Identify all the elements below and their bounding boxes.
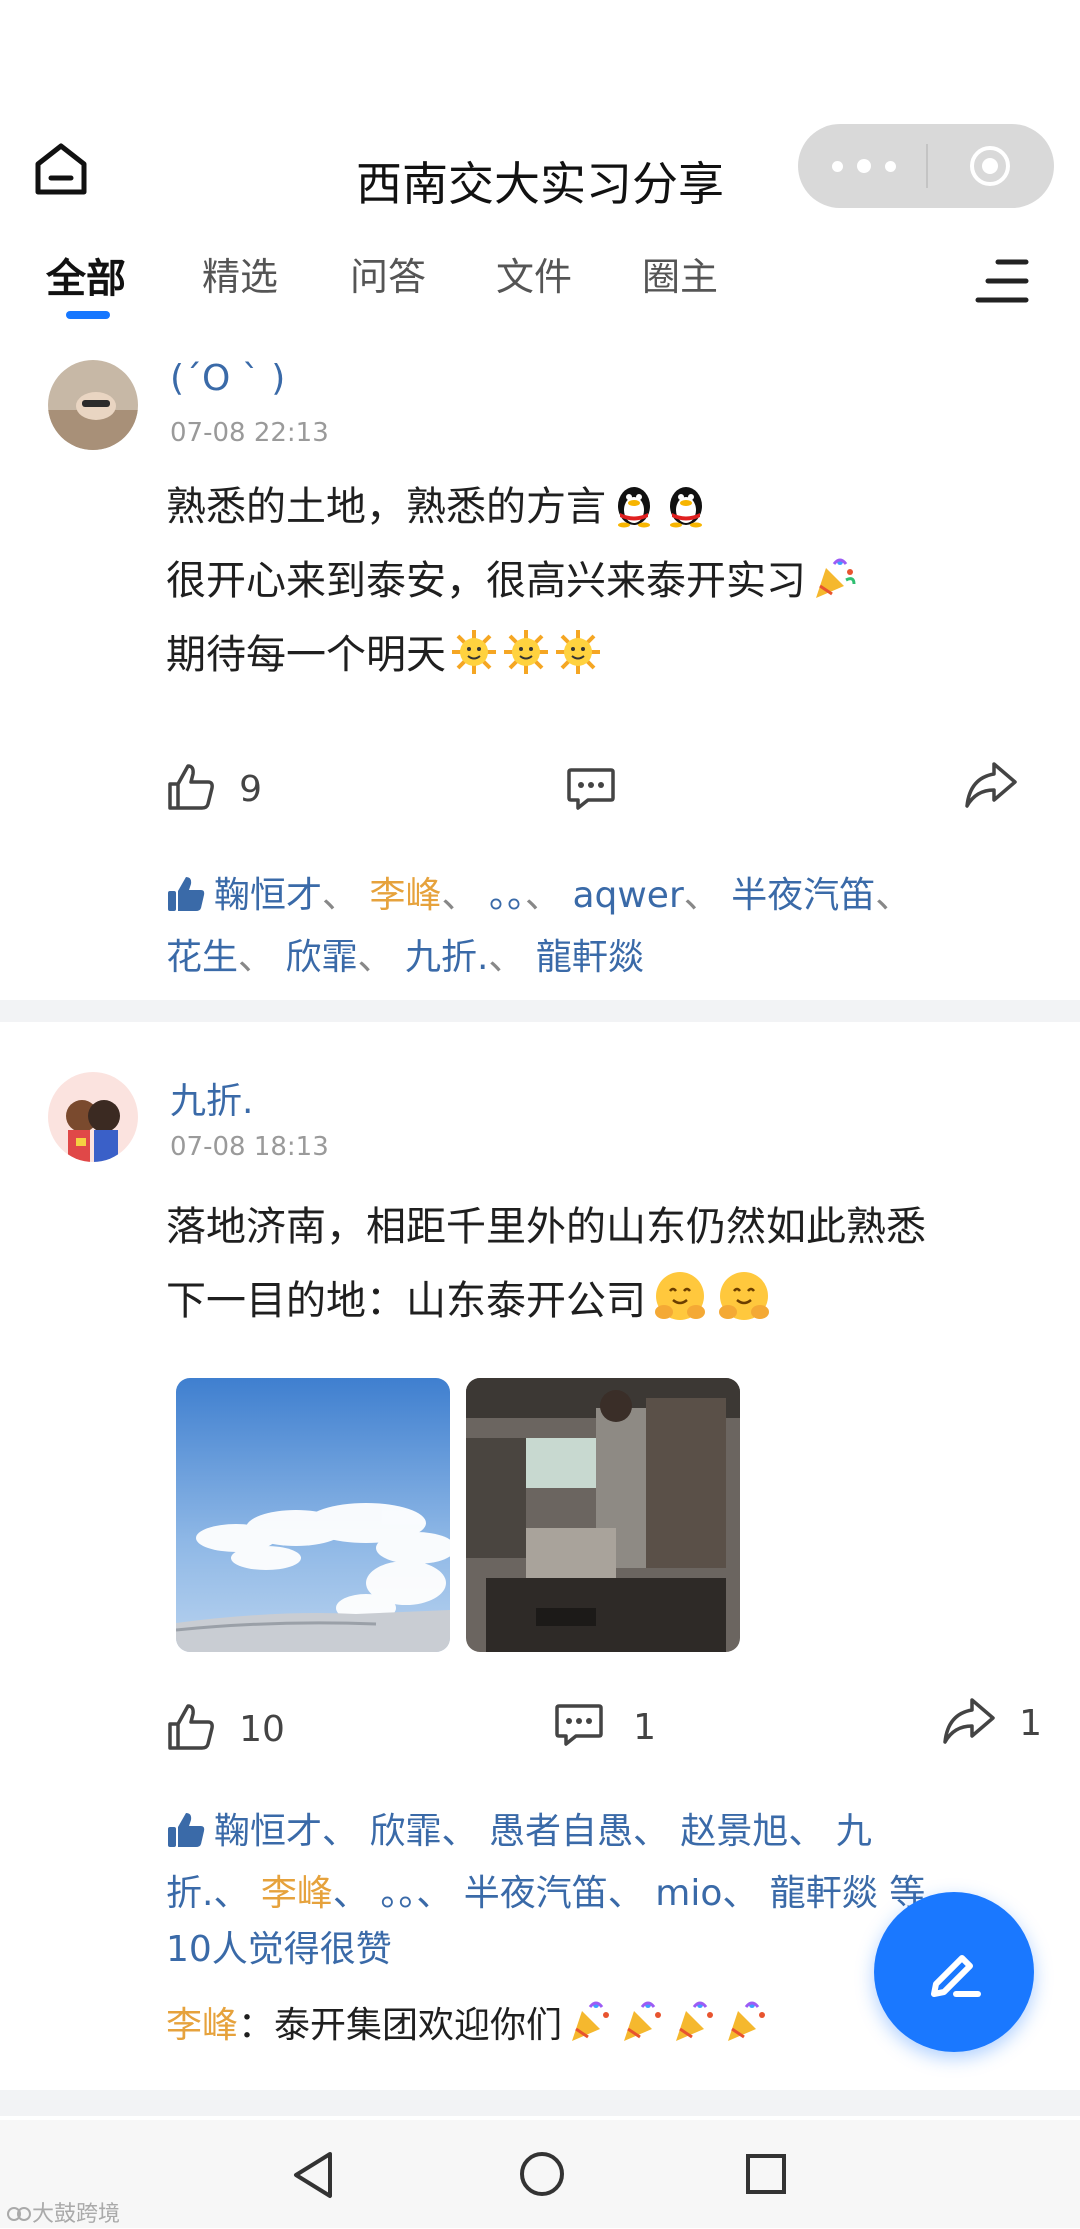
tab-all[interactable]: 全部 — [46, 246, 126, 304]
liker-name[interactable]: 欣霏、 — [369, 1811, 477, 1852]
compose-button[interactable] — [874, 1892, 1034, 2052]
post-line: 下一目的地：山东泰开公司 — [166, 1264, 926, 1338]
system-navigation-bar — [0, 2120, 1080, 2228]
tab-featured[interactable]: 精选 — [202, 246, 278, 301]
liker-name[interactable]: 折.、 — [166, 1873, 249, 1914]
share-button[interactable] — [964, 760, 1018, 814]
tab-qa[interactable]: 问答 — [350, 246, 426, 301]
liker-name[interactable]: 欣霏 — [285, 937, 357, 978]
penguin-emoji-icon — [662, 478, 710, 528]
likers-line-1: 鞠恒才、 李峰、 。。、 aqwer、 半夜汽笛、 — [166, 868, 1026, 930]
liker-name[interactable]: 愚者自愚、 — [489, 1811, 669, 1852]
liker-names[interactable]: 、 。。、 半夜汽笛、 mio、 龍軒燚 等 — [333, 1873, 925, 1914]
likers-line-2: 花生、 欣霏、 九折.、 龍軒燚 — [166, 937, 644, 978]
watermark: 大鼓跨境 — [6, 2196, 120, 2228]
liker-name[interactable]: 龍軒燚 — [536, 937, 644, 978]
avatar[interactable] — [48, 1072, 138, 1162]
share-icon — [942, 1696, 996, 1750]
sun-emoji-icon — [554, 626, 602, 674]
post-time: 07-08 22:13 — [170, 418, 329, 448]
penguin-emoji-icon — [610, 478, 658, 528]
comment-icon — [566, 768, 616, 818]
post-divider — [0, 2090, 1080, 2116]
party-popper-emoji-icon — [722, 1997, 770, 2045]
likers-line-1: 鞠恒才、 欣霏、 愚者自愚、 赵景旭、 九 — [166, 1804, 1026, 1866]
post-line: 期待每一个明天 — [166, 618, 858, 692]
like-count: 10 — [239, 1708, 285, 1750]
comment-text: 泰开集团欢迎你们 — [274, 2005, 563, 2046]
hugging-face-emoji-icon — [650, 1266, 710, 1326]
share-button[interactable]: 1 — [942, 1696, 1042, 1750]
watermark-logo-icon — [6, 2204, 32, 2222]
avatar[interactable] — [48, 360, 138, 450]
comment-icon — [554, 1700, 604, 1754]
home-circle-icon[interactable] — [518, 2150, 566, 2202]
tab-owner[interactable]: 圈主 — [642, 246, 718, 301]
party-popper-emoji-icon — [618, 1997, 666, 2045]
sun-emoji-icon — [502, 626, 550, 674]
tab-files[interactable]: 文件 — [496, 246, 572, 301]
post-author[interactable]: (´O ` ) — [170, 358, 285, 399]
share-count: 1 — [1019, 1702, 1042, 1744]
post-divider — [0, 1000, 1080, 1022]
post-line: 落地济南，相距千里外的山东仍然如此熟悉 — [166, 1204, 926, 1250]
back-icon[interactable] — [290, 2150, 336, 2204]
liker-name[interactable]: aqwer — [572, 875, 683, 916]
like-button[interactable]: 10 — [166, 1702, 285, 1756]
hugging-face-emoji-icon — [714, 1266, 774, 1326]
recents-icon[interactable] — [744, 2152, 788, 2200]
likers-list: 鞠恒才、 李峰、 。。、 aqwer、 半夜汽笛、 花生、 欣霏、 九折.、 龍… — [166, 868, 1026, 986]
liker-name[interactable]: 鞠恒才、 — [214, 1811, 358, 1852]
comment-button[interactable] — [566, 764, 616, 818]
thumbs-up-filled-icon — [166, 874, 206, 930]
comment-count: 1 — [633, 1706, 656, 1748]
thumbs-up-icon — [166, 762, 216, 816]
mini-program-capsule — [798, 124, 1054, 208]
post-content: 熟悉的土地，熟悉的方言 很开心来到泰安，很高兴来泰开实习 期待每一个明天 — [166, 470, 858, 692]
liker-name[interactable]: 半夜汽笛 — [731, 875, 875, 916]
post-photo-sky[interactable] — [176, 1378, 450, 1652]
liker-name[interactable]: 九折. — [405, 937, 488, 978]
party-popper-emoji-icon — [670, 1997, 718, 2045]
post-line: 很开心来到泰安，很高兴来泰开实习 — [166, 544, 858, 618]
comment-author[interactable]: 李峰 — [166, 2005, 238, 2046]
party-popper-emoji-icon — [810, 552, 858, 600]
liker-name[interactable]: 鞠恒才 — [214, 875, 322, 916]
like-count: 9 — [239, 768, 262, 810]
likers-line-2: 折.、 李峰、 。。、 半夜汽笛、 mio、 龍軒燚 等 — [166, 1866, 1026, 1922]
comment-button[interactable]: 1 — [554, 1700, 656, 1754]
liker-name[interactable]: 。。 — [489, 875, 525, 916]
liker-name[interactable]: 花生 — [166, 937, 238, 978]
post-time: 07-08 18:13 — [170, 1132, 329, 1162]
comment-row: 李峰：泰开集团欢迎你们 — [166, 1996, 770, 2048]
share-icon — [964, 762, 1018, 814]
sun-emoji-icon — [450, 626, 498, 674]
thumbs-up-icon — [166, 1702, 216, 1756]
active-tab-indicator — [66, 311, 110, 319]
menu-icon[interactable] — [974, 256, 1030, 306]
post-author[interactable]: 九折. — [170, 1072, 253, 1124]
close-target-icon[interactable] — [968, 144, 1012, 188]
like-button[interactable]: 9 — [166, 762, 262, 816]
liker-name[interactable]: 九 — [836, 1811, 872, 1852]
post-line: 熟悉的土地，熟悉的方言 — [166, 470, 858, 544]
pencil-icon — [922, 1940, 986, 2008]
liker-name[interactable]: 李峰 — [261, 1873, 333, 1914]
post-photo-bus[interactable] — [466, 1378, 740, 1652]
post-content: 落地济南，相距千里外的山东仍然如此熟悉 下一目的地：山东泰开公司 — [166, 1190, 926, 1338]
thumbs-up-filled-icon — [166, 1810, 206, 1866]
liker-name[interactable]: 李峰 — [369, 875, 441, 916]
more-icon[interactable] — [832, 124, 896, 208]
liker-name[interactable]: 赵景旭、 — [680, 1811, 824, 1852]
party-popper-emoji-icon — [566, 1997, 614, 2045]
